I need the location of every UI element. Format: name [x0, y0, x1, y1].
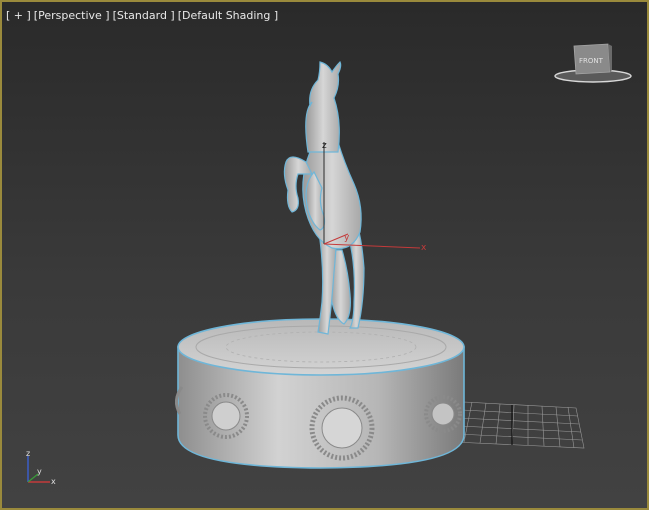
home-grid: [453, 401, 585, 449]
axis-tripod: z x y: [26, 449, 56, 486]
tripod-x-label: x: [51, 477, 56, 486]
tripod-z-label: z: [26, 449, 30, 458]
gizmo-z-label: z: [322, 141, 327, 151]
gizmo-y-label: y: [344, 233, 350, 243]
viewcube[interactable]: FRONT: [550, 38, 636, 88]
viewcube-front-label: FRONT: [579, 57, 604, 65]
tripod-y-label: y: [37, 467, 42, 476]
perspective-viewport[interactable]: [ + ] [Perspective ] [Standard ] [Default S…: [0, 0, 649, 510]
gizmo-x-label: x: [421, 243, 427, 253]
pedestal-model[interactable]: [175, 318, 465, 469]
